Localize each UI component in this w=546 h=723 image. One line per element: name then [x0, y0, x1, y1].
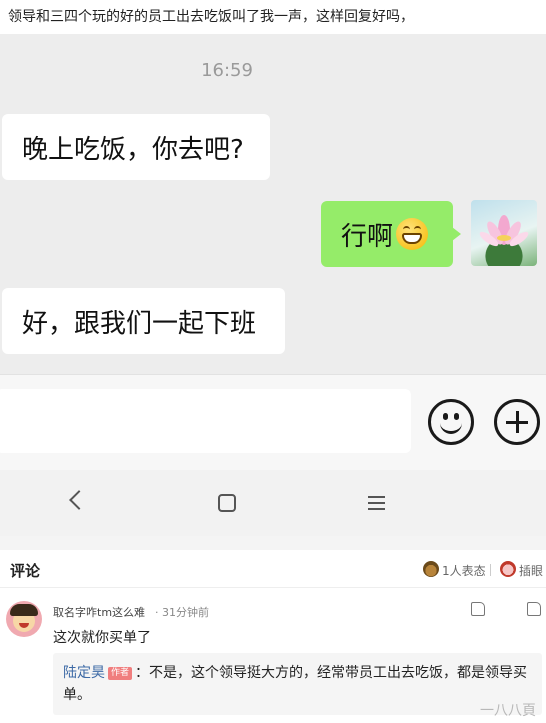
bookmark-label[interactable]: 插眼 [519, 562, 543, 579]
watermark: 一八八頁 [480, 703, 536, 719]
chat-bubble-received: 晚上吃饭，你去吧? [2, 114, 270, 180]
sticker-icon[interactable] [500, 561, 516, 577]
message-input[interactable] [0, 389, 411, 453]
author-badge: 作者 [108, 667, 133, 680]
comment-time: · 31分钟前 [155, 606, 209, 619]
comment-text: 这次就你买单了 [53, 630, 151, 646]
avatar[interactable] [6, 601, 42, 637]
post-title: 领导和三四个玩的好的员工出去吃饭叫了我一声，这样回复好吗， [0, 0, 546, 34]
comments-title: 评论 [10, 562, 41, 580]
system-nav-bar [0, 470, 546, 536]
reaction-face-icon[interactable] [423, 561, 439, 577]
lotus-flower-icon [479, 215, 529, 247]
thumbs-down-icon[interactable] [527, 602, 541, 616]
chat-bubble-received: 好，跟我们一起下班 [2, 288, 285, 354]
reply-box[interactable]: 陆定昊 作者 ：不是，这个领导挺大方的，经常带员工出去吃饭，都是领导买单。 [53, 653, 542, 715]
message-text: 晚上吃饭，你去吧? [22, 134, 244, 165]
reply-author[interactable]: 陆定昊 [63, 665, 105, 681]
reply-text: ：不是，这个领导挺大方的，经常带员工出去吃饭，都是领导买单。 [63, 665, 528, 703]
reaction-separator [490, 564, 491, 576]
comment-item: 取名字咋tm这么难 · 31分钟前 这次就你买单了 陆定昊 作者 ：不是，这个领导挺… [0, 589, 546, 723]
message-text: 好，跟我们一起下班 [22, 308, 257, 339]
grinning-emoji-icon [396, 218, 429, 250]
lotus-avatar [471, 200, 537, 266]
home-square-icon[interactable] [218, 494, 236, 512]
menu-lines-icon[interactable] [368, 496, 385, 510]
chat-timestamp: 16:59 [201, 60, 253, 81]
chat-input-bar [0, 374, 546, 470]
comment-author[interactable]: 取名字咋tm这么难 [53, 604, 145, 620]
back-chevron-icon[interactable] [69, 490, 89, 510]
message-text: 行啊 [341, 221, 394, 252]
comments-header: 评论 1人表态 插眼 [0, 550, 546, 588]
emoji-smile-icon[interactable] [428, 399, 474, 445]
chat-bubble-sent: 行啊 [321, 201, 461, 267]
reaction-count[interactable]: 1人表态 [442, 562, 486, 579]
section-divider [0, 536, 546, 550]
plus-icon[interactable] [494, 399, 540, 445]
thumbs-up-icon[interactable] [471, 602, 485, 616]
chat-screenshot: 16:59 晚上吃饭，你去吧? 行啊 好，跟我们一起下班 [0, 34, 546, 374]
